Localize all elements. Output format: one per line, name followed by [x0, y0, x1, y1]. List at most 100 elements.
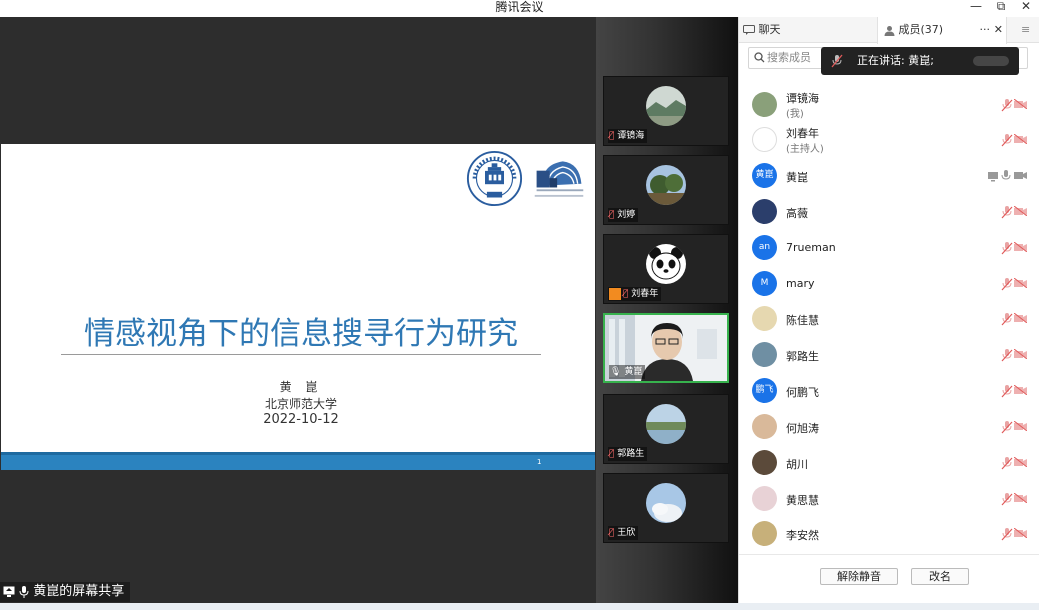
member-name: 黄思慧: [786, 494, 819, 507]
more-options-button[interactable]: ···: [980, 17, 991, 43]
avatar: [752, 486, 777, 511]
member-status-icons: [987, 349, 1027, 363]
blurred-area: [973, 56, 1009, 66]
member-name: 谭镜海: [786, 92, 819, 105]
side-panel: 聊天 成员(37) ··· ✕ ≡ 搜索成员 正在讲话: 黄崑; 谭镜海 (我) 刘…: [738, 17, 1039, 603]
member-row[interactable]: 黄思慧: [739, 481, 1039, 517]
bottom-strip: [0, 603, 1039, 610]
member-row[interactable]: 黄崑 黄崑: [739, 158, 1039, 194]
member-status-icons: [987, 385, 1027, 399]
camera-off-icon: [1014, 313, 1027, 323]
member-row[interactable]: 郭路生: [739, 337, 1039, 373]
avatar: [752, 342, 777, 367]
mic-icon: 🎙: [610, 367, 622, 377]
mic-muted-icon: [1001, 349, 1013, 362]
video-tile[interactable]: 🎙̸ 刘春年: [603, 234, 729, 304]
avatar: an: [752, 235, 777, 260]
slide-organization: 北京师范大学: [264, 397, 337, 411]
mic-muted-icon: 🎙̸: [609, 449, 615, 459]
chat-icon: [743, 25, 755, 35]
restore-button[interactable]: ⧉: [991, 0, 1011, 17]
avatar: 黄崑: [752, 163, 777, 188]
member-status-icons: [987, 242, 1027, 256]
camera-off-icon: [1014, 99, 1027, 109]
tile-name: 🎙̸ 谭镜海: [608, 129, 648, 143]
member-name: 何旭涛: [786, 422, 819, 435]
avatar: [752, 450, 777, 475]
slide-footer-bar: 1: [1, 452, 595, 470]
mic-muted-icon: [1001, 421, 1013, 434]
close-window-button[interactable]: ✕: [1016, 0, 1036, 17]
avatar: [752, 306, 777, 331]
mic-muted-icon: [1001, 385, 1013, 398]
rename-button[interactable]: 改名: [911, 568, 969, 585]
member-row[interactable]: 谭镜海 (我): [739, 87, 1039, 123]
member-row[interactable]: 何旭涛: [739, 409, 1039, 445]
members-icon: [884, 25, 895, 36]
member-row[interactable]: 陈佳慧: [739, 301, 1039, 337]
camera-off-icon: [1014, 385, 1027, 395]
tab-members[interactable]: 成员(37) ··· ✕: [877, 17, 1007, 44]
screen-share-label-text: 黄崑的屏幕共享: [33, 584, 125, 599]
member-row[interactable]: 李安然: [739, 516, 1039, 552]
title-bar: 腾讯会议 — ⧉ ✕: [0, 0, 1039, 17]
video-tile[interactable]: 🎙̸ 谭镜海: [603, 76, 729, 146]
avatar: [752, 199, 777, 224]
member-name: 7rueman: [786, 241, 836, 254]
avatar: [752, 414, 777, 439]
mic-muted-icon: [1001, 528, 1013, 541]
mic-muted-icon: [1001, 242, 1013, 255]
screen-share-label: 黄崑的屏幕共享: [0, 582, 131, 602]
mic-icon: [1001, 170, 1011, 180]
member-name: mary: [786, 277, 815, 290]
camera-off-icon: [1014, 457, 1027, 467]
minimize-button[interactable]: —: [966, 0, 986, 17]
slide-page-number: 1: [537, 458, 542, 466]
camera-off-icon: [1014, 528, 1027, 538]
slide-date: 2022-10-12: [263, 412, 339, 427]
avatar: [752, 127, 777, 152]
video-tile[interactable]: 🎙̸ 刘婷: [603, 155, 729, 225]
close-panel-button[interactable]: ✕: [994, 17, 1003, 43]
avatar: [646, 86, 686, 126]
member-status-icons: [987, 134, 1027, 148]
mic-muted-icon: [1001, 206, 1013, 219]
member-row[interactable]: 刘春年 (主持人): [739, 122, 1039, 158]
member-row[interactable]: 高薇: [739, 194, 1039, 230]
panel-footer: 解除静音 改名: [739, 554, 1039, 603]
member-status-icons: [987, 528, 1027, 542]
mic-muted-icon: [1001, 313, 1013, 326]
bnu-logo-icon: [466, 150, 523, 207]
tab-chat[interactable]: 聊天: [743, 17, 873, 43]
member-status-icons: [987, 170, 1027, 184]
tile-name: 🎙̸ 郭路生: [608, 447, 648, 461]
speaking-indicator-toast: 正在讲话: 黄崑;: [821, 47, 1019, 75]
panel-menu-button[interactable]: ≡: [1021, 17, 1039, 43]
mic-muted-icon: 🎙̸: [609, 131, 615, 141]
video-tile[interactable]: 🎙̸ 王欣: [603, 473, 729, 543]
video-tile-active-speaker[interactable]: 🎙 黄崑: [603, 313, 729, 383]
member-row[interactable]: 鹏飞 何鹏飞: [739, 373, 1039, 409]
unmute-all-button[interactable]: 解除静音: [820, 568, 898, 585]
slide-title: 情感视角下的信息搜寻行为研究: [84, 316, 518, 352]
member-role: (主持人): [786, 144, 824, 155]
camera-off-icon: [1014, 134, 1027, 144]
video-tiles-column: 🎙̸ 谭镜海 🎙̸ 刘婷 🎙̸ 刘春年 🎙 黄崑 🎙̸ 郭路生 🎙̸ 王欣: [596, 17, 738, 603]
member-row[interactable]: an 7rueman: [739, 230, 1039, 266]
member-status-icons: [987, 206, 1027, 220]
member-row[interactable]: Mmary: [739, 266, 1039, 302]
avatar: [646, 404, 686, 444]
member-name: 黄崑: [786, 171, 808, 184]
mic-muted-icon: 🎙̸: [623, 289, 629, 299]
avatar: [752, 92, 777, 117]
member-row[interactable]: 胡川: [739, 445, 1039, 481]
camera-off-icon: [1014, 349, 1027, 359]
member-status-icons: [987, 99, 1027, 113]
presentation-slide: 情感视角下的信息搜寻行为研究 黄 崑 北京师范大学 2022-10-12 1: [1, 144, 595, 470]
tile-name: 🎙̸ 刘春年: [608, 287, 662, 301]
tile-name: 🎙 黄崑: [609, 365, 646, 379]
member-list: 谭镜海 (我) 刘春年 (主持人) 黄崑 黄崑 高薇 an 7rueman Mmary 陈佳慧 郭路生…: [739, 84, 1039, 554]
video-tile[interactable]: 🎙̸ 郭路生: [603, 394, 729, 464]
member-name: 李安然: [786, 529, 819, 542]
shared-screen: 情感视角下的信息搜寻行为研究 黄 崑 北京师范大学 2022-10-12 1 黄…: [0, 17, 596, 603]
